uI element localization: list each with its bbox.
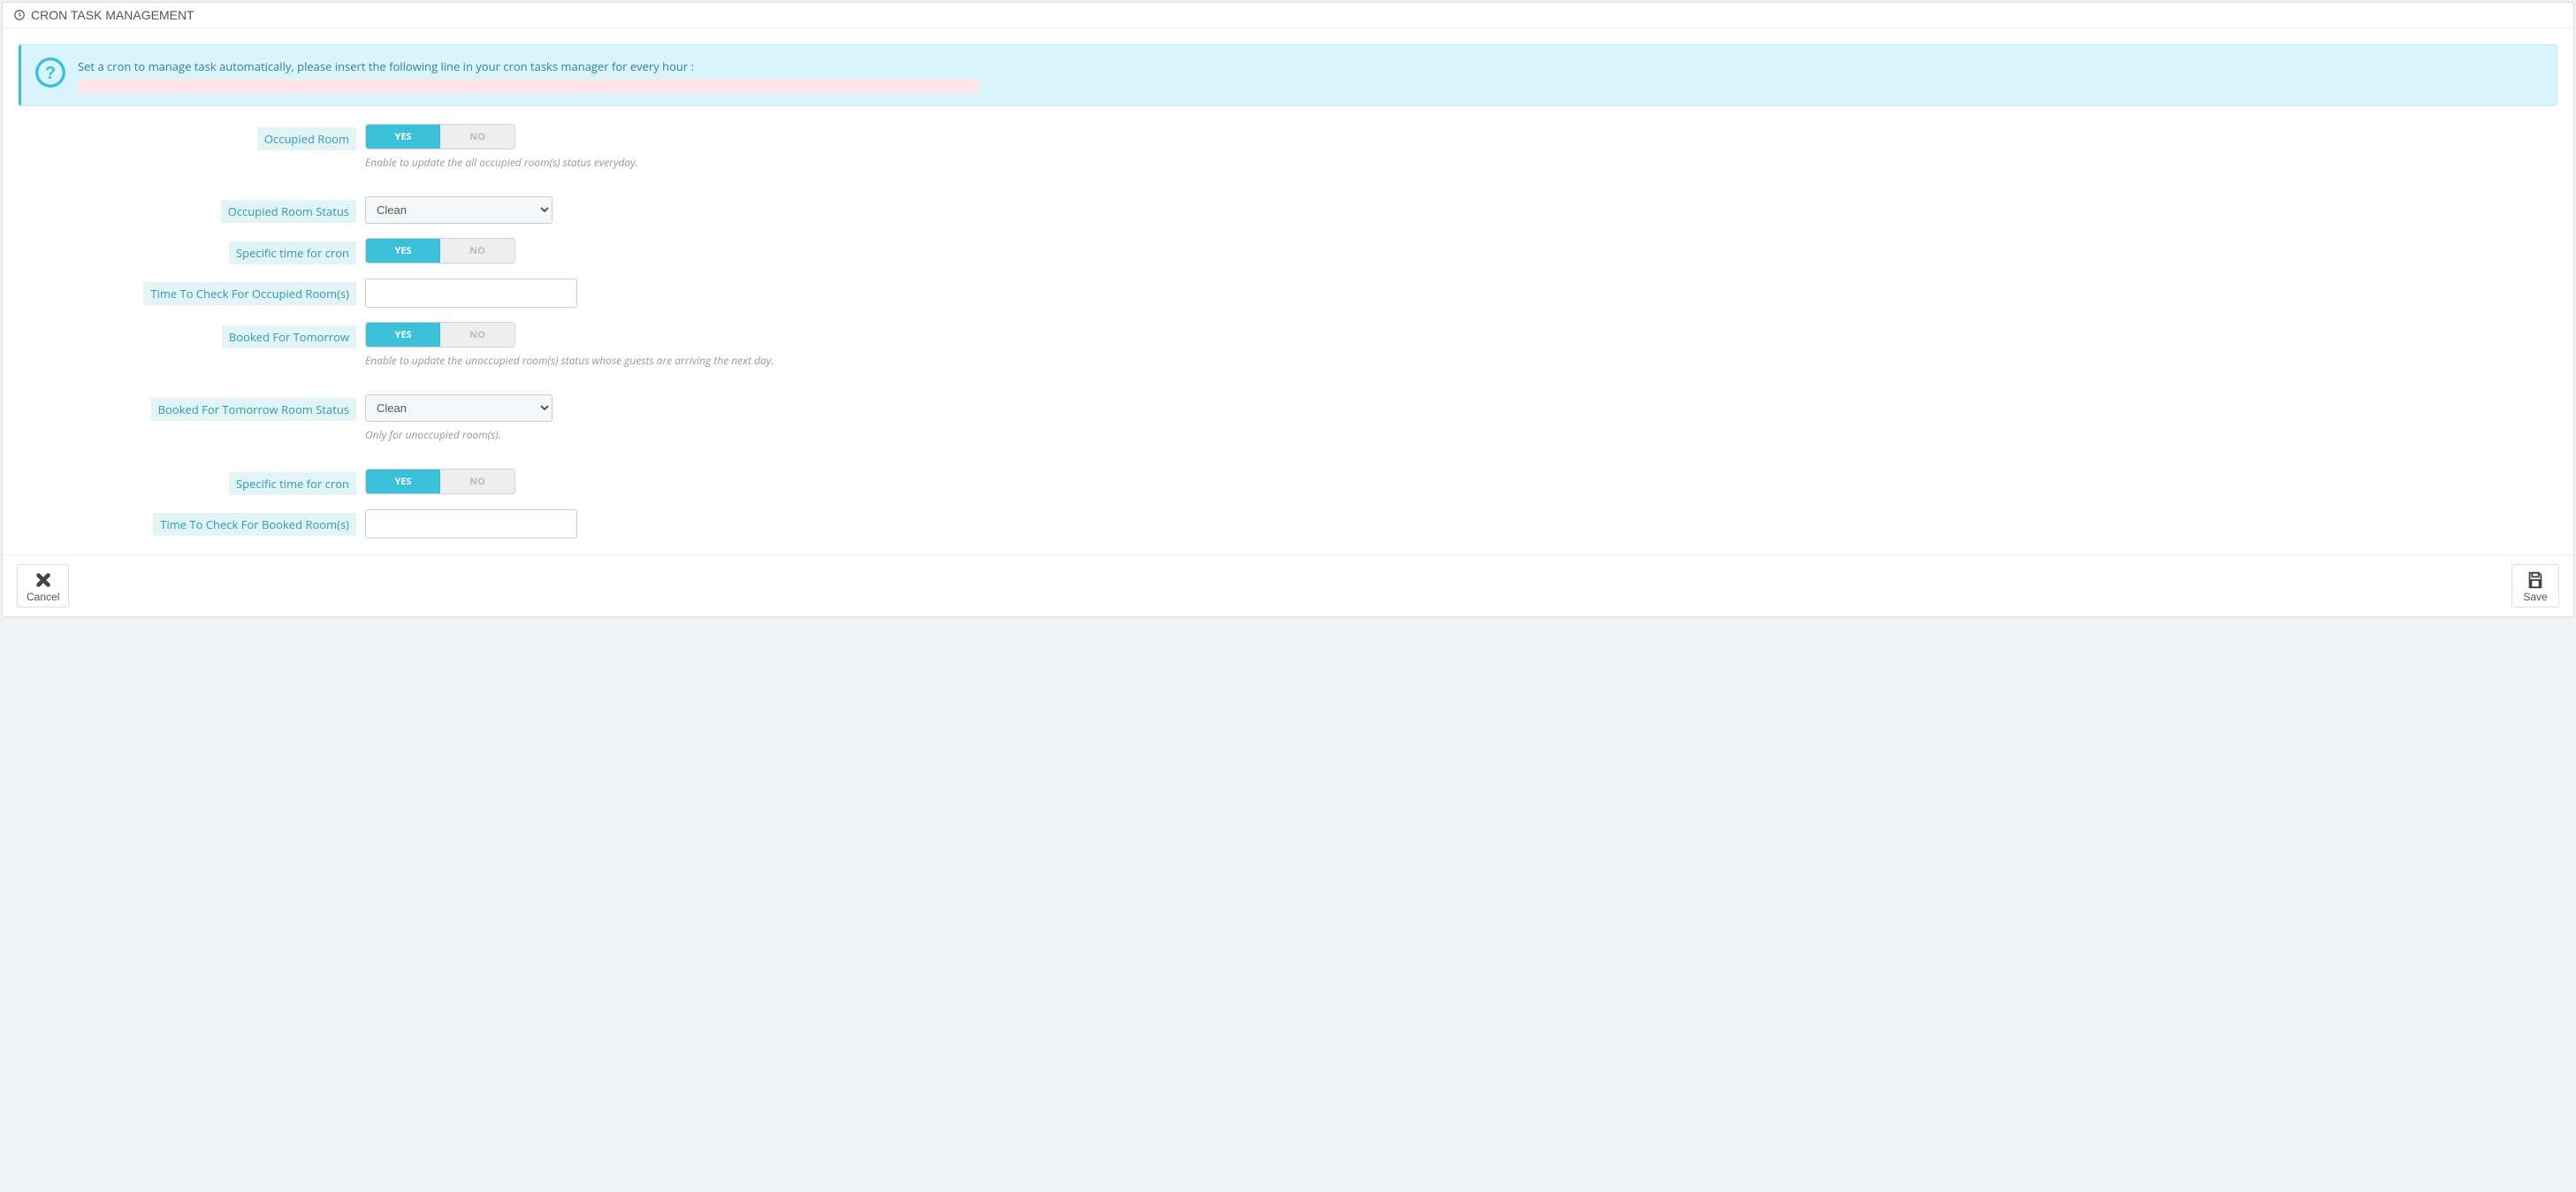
toggle-yes[interactable]: YES bbox=[366, 470, 440, 493]
row-specific-time-2: Specific time for cron YES NO bbox=[19, 467, 2557, 495]
toggle-specific-time-1[interactable]: YES NO bbox=[365, 238, 515, 264]
help-occupied-room: Enable to update the all occupied room(s… bbox=[365, 155, 2557, 170]
cancel-button[interactable]: Cancel bbox=[17, 564, 69, 607]
panel-body: ? Set a cron to manage task automaticall… bbox=[3, 28, 2573, 539]
alert-text: Set a cron to manage task automatically,… bbox=[78, 57, 979, 93]
toggle-yes[interactable]: YES bbox=[366, 323, 440, 347]
input-time-occupied[interactable] bbox=[365, 279, 577, 308]
toggle-occupied-room[interactable]: YES NO bbox=[365, 124, 515, 149]
label-specific-time-1: Specific time for cron bbox=[229, 241, 356, 264]
label-booked-tomorrow-status: Booked For Tomorrow Room Status bbox=[151, 398, 356, 421]
label-specific-time-2: Specific time for cron bbox=[229, 472, 356, 495]
toggle-specific-time-2[interactable]: YES NO bbox=[365, 469, 515, 494]
toggle-no[interactable]: NO bbox=[440, 239, 514, 263]
help-booked-tomorrow: Enable to update the unoccupied room(s) … bbox=[365, 353, 2557, 368]
label-time-booked: Time To Check For Booked Room(s) bbox=[153, 513, 356, 536]
row-time-booked: Time To Check For Booked Room(s) bbox=[19, 508, 2557, 539]
label-booked-tomorrow: Booked For Tomorrow bbox=[222, 325, 356, 348]
svg-text:?: ? bbox=[45, 64, 56, 83]
row-specific-time-1: Specific time for cron YES NO bbox=[19, 236, 2557, 264]
cron-alert: ? Set a cron to manage task automaticall… bbox=[19, 44, 2557, 106]
panel-title: CRON TASK MANAGEMENT bbox=[31, 8, 194, 22]
row-occupied-room-status: Occupied Room Status Clean bbox=[19, 195, 2557, 224]
toggle-yes[interactable]: YES bbox=[366, 125, 440, 149]
toggle-no[interactable]: NO bbox=[440, 323, 514, 347]
panel-heading: CRON TASK MANAGEMENT bbox=[3, 3, 2573, 28]
toggle-no[interactable]: NO bbox=[440, 125, 514, 149]
select-occupied-room-status[interactable]: Clean bbox=[365, 196, 553, 224]
panel-footer: Cancel Save bbox=[3, 554, 2573, 616]
label-occupied-room-status: Occupied Room Status bbox=[221, 200, 356, 223]
select-booked-tomorrow-status[interactable]: Clean bbox=[365, 394, 553, 422]
alert-line: Set a cron to manage task automatically,… bbox=[78, 58, 694, 74]
cancel-label: Cancel bbox=[27, 592, 59, 603]
toggle-no[interactable]: NO bbox=[440, 470, 514, 493]
row-booked-tomorrow-status: Booked For Tomorrow Room Status Clean On… bbox=[19, 393, 2557, 442]
row-time-occupied: Time To Check For Occupied Room(s) bbox=[19, 277, 2557, 308]
redacted-cron-line bbox=[78, 80, 979, 93]
question-icon: ? bbox=[35, 57, 65, 88]
clock-icon bbox=[13, 9, 26, 21]
label-time-occupied: Time To Check For Occupied Room(s) bbox=[143, 282, 356, 305]
save-icon bbox=[2526, 570, 2545, 590]
row-occupied-room: Occupied Room YES NO Enable to update th… bbox=[19, 122, 2557, 170]
save-label: Save bbox=[2521, 592, 2549, 603]
close-icon bbox=[34, 570, 53, 590]
toggle-yes[interactable]: YES bbox=[366, 239, 440, 263]
row-booked-tomorrow: Booked For Tomorrow YES NO Enable to upd… bbox=[19, 320, 2557, 368]
save-button[interactable]: Save bbox=[2511, 564, 2559, 607]
cron-panel: CRON TASK MANAGEMENT ? Set a cron to man… bbox=[2, 2, 2574, 617]
label-occupied-room: Occupied Room bbox=[257, 127, 356, 150]
help-booked-tomorrow-status: Only for unoccupied room(s). bbox=[365, 427, 2557, 442]
toggle-booked-tomorrow[interactable]: YES NO bbox=[365, 322, 515, 348]
input-time-booked[interactable] bbox=[365, 509, 577, 539]
